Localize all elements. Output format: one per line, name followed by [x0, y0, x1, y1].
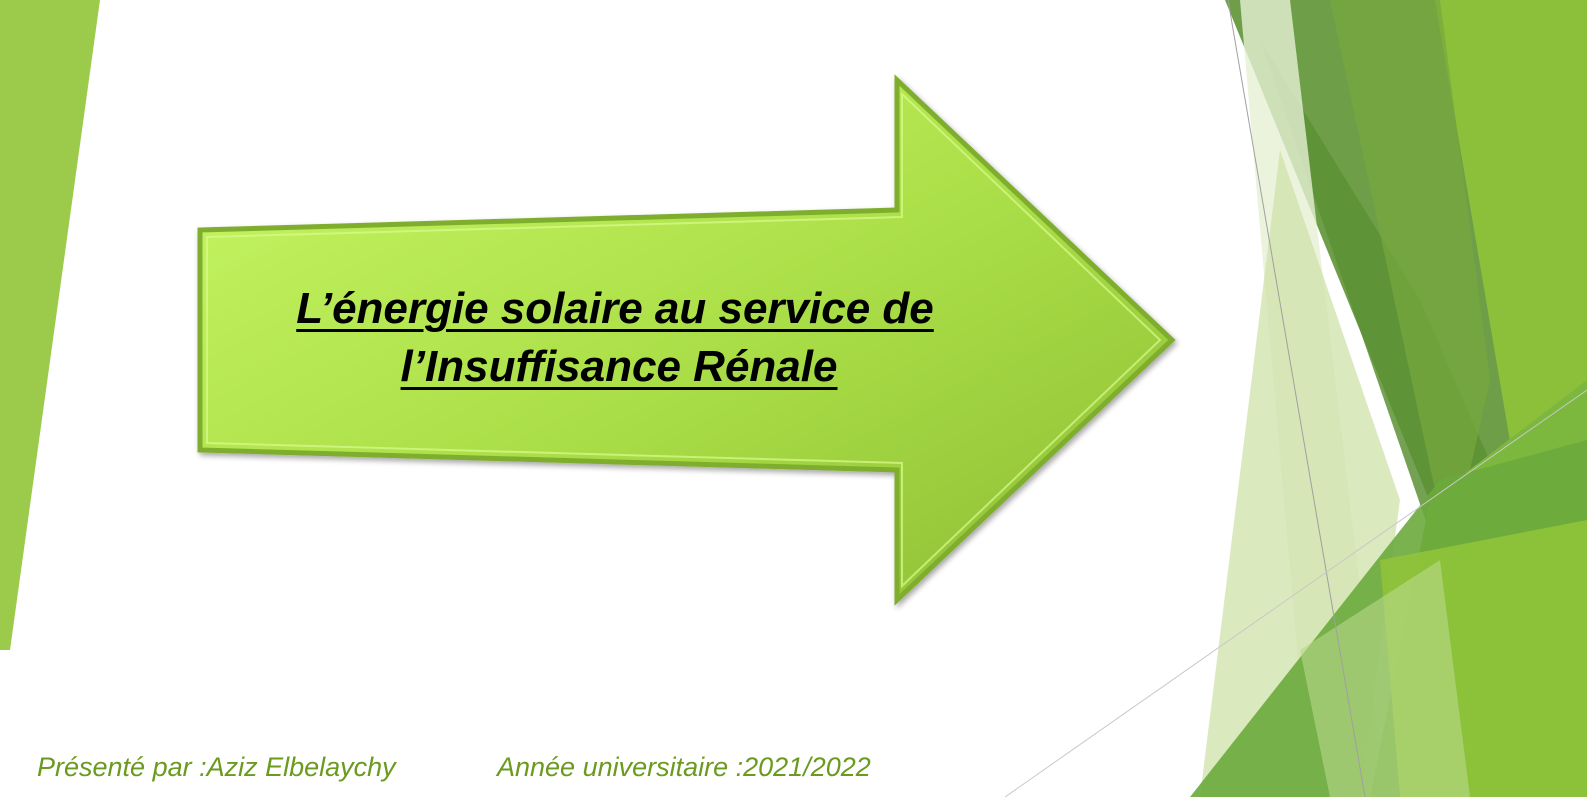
title-slide: L’énergie solaire au service de l’Insuff… — [0, 0, 1587, 797]
academic-year: Année universitaire :2021/2022 — [497, 752, 871, 782]
presenter-name: Présenté par :Aziz Elbelaychy — [37, 752, 396, 782]
title-line-1: L’énergie solaire au service de — [296, 284, 934, 333]
title-line-2: l’Insuffisance Rénale — [400, 342, 838, 391]
slide-title: L’énergie solaire au service de l’Insuff… — [215, 280, 1015, 396]
arrow-shape — [197, 74, 1176, 606]
